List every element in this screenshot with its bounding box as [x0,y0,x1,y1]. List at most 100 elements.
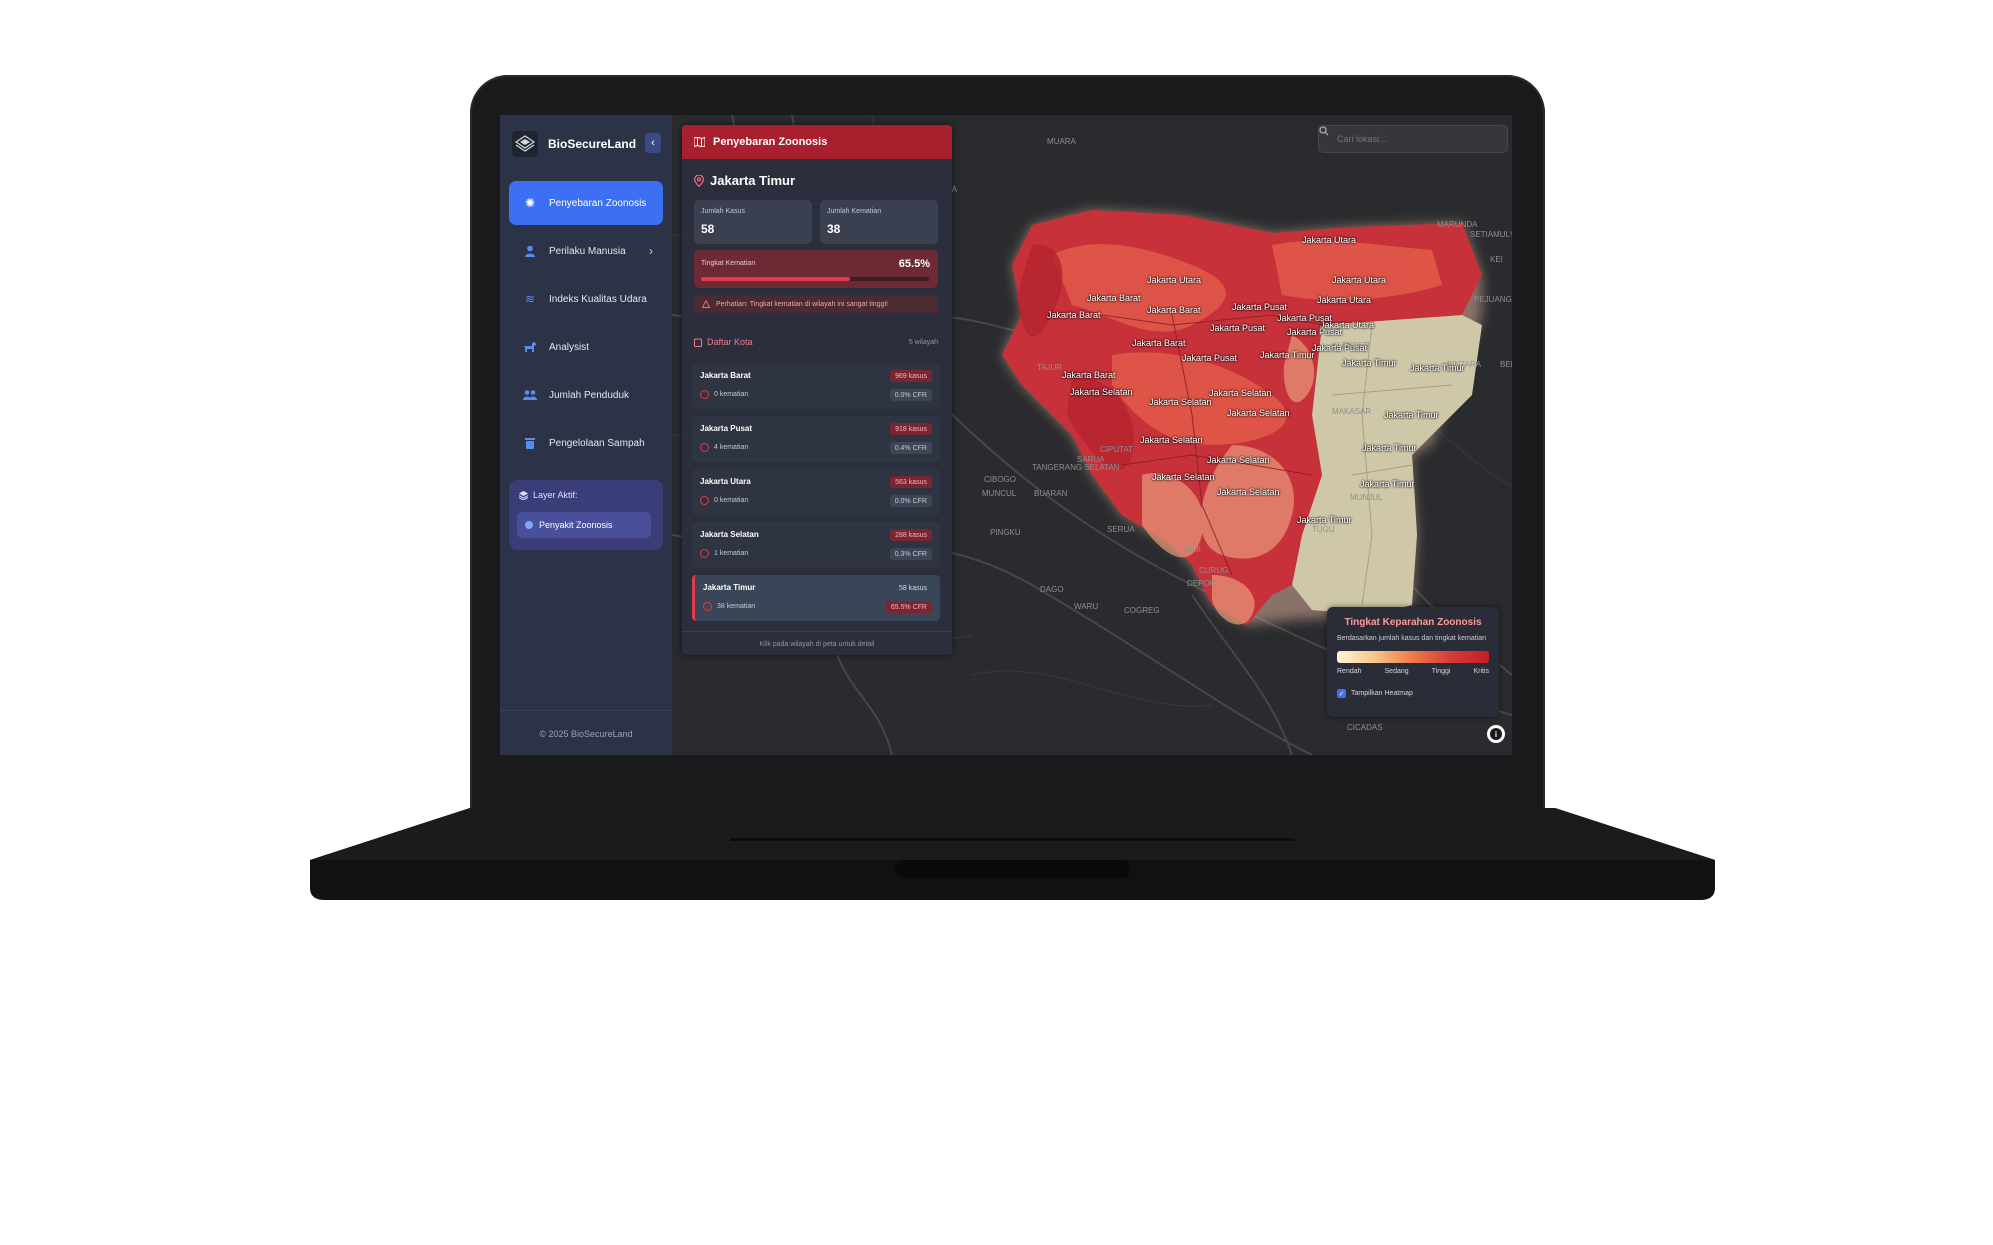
map-place-label: CIPUTAT [1100,445,1134,454]
info-button[interactable]: i [1487,725,1505,743]
map-region-label: Jakarta Barat [1147,305,1201,315]
layer-item-penyakit-zoonosis[interactable]: Penyakit Zoonosis [517,512,651,538]
user-icon [523,244,537,258]
checkbox-checked-icon[interactable]: ✓ [1337,689,1346,698]
map-place-label: DAGO [1040,585,1064,594]
city-item-jakarta-pusat[interactable]: Jakarta Pusat 4 kematian 918 kasus 0.4% … [692,416,940,462]
sidebar-item-penyebaran-zoonosis[interactable]: ✺ Penyebaran Zoonosis [509,181,663,225]
map-region-label: Jakarta Pusat [1312,343,1368,353]
clock-icon [700,549,709,558]
map-place-label: BUARAN [1034,489,1068,498]
legend-labels: Rendah Sedang Tinggi Kritis [1337,668,1489,675]
map-place-label: PINGKU [990,528,1021,537]
stat-deaths-label: Jumlah Kematian [827,208,882,215]
sidebar-item-jumlah-penduduk[interactable]: Jumlah Penduduk [509,373,663,417]
city-item-jakarta-utara[interactable]: Jakarta Utara 0 kematian 563 kasus 0.0% … [692,469,940,515]
sidebar: BioSecureLand ‹ ✺ Penyebaran Zoonosis Pe… [500,115,672,755]
sidebar-item-label: Penyebaran Zoonosis [549,197,647,209]
map-region-label: Jakarta Timur [1342,358,1397,368]
trash-icon [523,436,537,450]
layer-item-label: Penyakit Zoonosis [539,520,613,530]
collapse-sidebar-button[interactable]: ‹ [645,133,661,153]
clock-icon [703,602,712,611]
sidebar-item-label: Indeks Kualitas Udara [549,293,647,305]
map-region-label: Jakarta Timur [1384,410,1439,420]
map-icon [694,137,705,147]
selected-region: Jakarta Timur [694,173,795,188]
map-place-label: MUNCUL [982,489,1017,498]
city-deaths-text: 0 kematian [714,497,749,504]
map-region-label: Jakarta Utara [1332,275,1387,285]
map-place-label: MUNJUL [1350,493,1383,502]
stat-deaths-value: 38 [827,222,841,236]
map-place-label: MUARA [1047,137,1076,146]
city-item-jakarta-selatan[interactable]: Jakarta Selatan 1 kematian 288 kasus 0.3… [692,522,940,568]
city-item-jakarta-barat[interactable]: Jakarta Barat 0 kematian 969 kasus 0.0% … [692,363,940,409]
map-region-label: Jakarta Barat [1087,293,1141,303]
city-name: Jakarta Selatan [700,530,759,539]
map-region-label: Jakarta Selatan [1227,408,1290,418]
map-region-label: Jakarta Timur [1260,350,1315,360]
virus-icon: ✺ [524,196,536,210]
city-deaths-text: 0 kematian [714,391,749,398]
city-list-count: 5 wilayah [908,338,938,346]
sidebar-item-pengelolaan-sampah[interactable]: Pengelolaan Sampah [509,421,663,465]
location-search[interactable] [1318,125,1508,153]
city-cases-badge: 918 kasus [890,423,932,435]
city-deaths: 38 kematian [703,602,755,611]
map-region-label: Jakarta Pusat [1232,302,1288,312]
active-layer-title: Layer Aktif: [519,490,578,500]
map-region-label: Jakarta Timur [1410,363,1465,373]
sidebar-item-analysist[interactable]: Analysist [509,325,663,369]
map-region-label: Jakarta Pusat [1277,313,1333,323]
city-name: Jakarta Utara [700,477,751,486]
sidebar-nav: ✺ Penyebaran Zoonosis Perilaku Manusia ›… [509,181,663,469]
city-item-jakarta-timur[interactable]: Jakarta Timur 38 kematian 58 kasus 65.5%… [692,575,940,621]
sidebar-item-label: Pengelolaan Sampah [549,437,645,449]
heatmap-toggle-label: Tampilkan Heatmap [1351,690,1413,697]
map-place-label: SERUA [1107,525,1135,534]
map-region-label: Jakarta Barat [1132,338,1186,348]
zoonosis-panel: Penyebaran Zoonosis Jakarta Timur Jumlah… [682,125,952,655]
legend-label-medium: Sedang [1384,668,1409,675]
map-region-label: Jakarta Selatan [1217,487,1280,497]
stat-cases: Jumlah Kasus 58 [694,200,812,244]
brand-name: BioSecureLand [548,137,637,151]
map-place-label: TAJUR [1037,363,1063,372]
city-deaths-text: 38 kematian [717,603,756,610]
mortality-progress [701,277,929,281]
warning-text: Perhatian: Tingkat kematian di wilayah i… [716,300,888,308]
map-region-label: Jakarta Timur [1360,479,1415,489]
city-deaths-text: 1 kematian [714,550,749,557]
map-place-label: DEPOK [1187,579,1216,588]
map-place-label: COGREG [1124,606,1160,615]
city-deaths: 1 kematian [700,549,748,558]
mortality-label: Tingkat Kematian [701,260,756,267]
city-name: Jakarta Pusat [700,424,753,433]
city-list: Jakarta Barat 0 kematian 969 kasus 0.0% … [692,363,940,628]
wind-icon: ≋ [524,292,536,306]
map-place-label: KEI [1490,255,1503,264]
city-cases-badge: 969 kasus [890,370,932,382]
map-place-label: SETIAMULYA [1470,230,1512,239]
map-place-label: CURUG [1199,566,1229,575]
search-input[interactable] [1335,133,1489,145]
map-place-label: MAKASAR [1332,407,1372,416]
city-list-title-text: Daftar Kota [707,337,753,347]
sidebar-footer: © 2025 BioSecureLand [500,710,672,755]
city-name: Jakarta Barat [700,371,751,380]
legend-label-high: Tinggi [1431,668,1451,675]
active-layer-box: Layer Aktif: Penyakit Zoonosis [509,480,663,550]
sidebar-item-indeks-kualitas-udara[interactable]: ≋ Indeks Kualitas Udara [509,277,663,321]
map-region-label: Jakarta Utara [1317,295,1372,305]
city-cfr-badge: 0.4% CFR [889,442,932,454]
city-cfr-badge: 65.5% CFR [885,601,932,613]
sidebar-item-perilaku-manusia[interactable]: Perilaku Manusia › [509,229,663,273]
heatmap-toggle[interactable]: ✓ Tampilkan Heatmap [1337,689,1413,698]
stat-deaths: Jumlah Kematian 38 [820,200,938,244]
city-list-header: Daftar Kota 5 wilayah [694,337,938,347]
map-place-label: CIBOGO [984,475,1017,484]
laptop-base [310,808,1715,900]
city-deaths-text: 4 kematian [714,444,749,451]
city-cfr-badge: 0.3% CFR [889,548,932,560]
